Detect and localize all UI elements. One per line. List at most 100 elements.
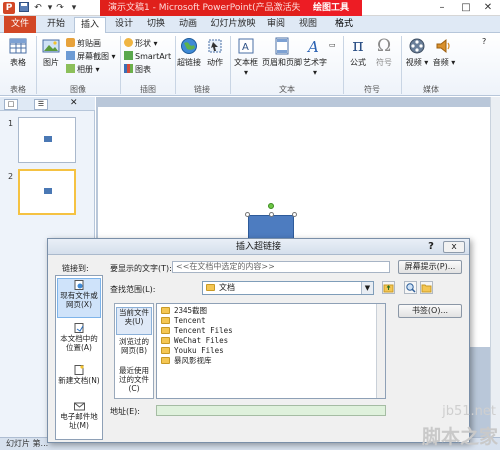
folder-icon <box>161 357 170 364</box>
screentip-button[interactable]: 屏幕提示(P)... <box>398 260 462 274</box>
tab-slides[interactable]: □ <box>4 99 18 110</box>
look-in-dropdown[interactable]: 文档 ▼ <box>202 281 374 295</box>
link-to-item-label: 现有文件或网页(X) <box>60 291 98 309</box>
smartart-label: SmartArt <box>135 52 172 61</box>
watermark-brand: 脚本之家 <box>421 426 498 448</box>
new-document-icon <box>74 365 84 375</box>
screenshot-button[interactable]: 屏幕截图 ▾ <box>66 51 116 63</box>
vertical-scrollbar[interactable] <box>490 97 500 437</box>
table-label: 表格 <box>10 58 26 67</box>
resize-handle[interactable] <box>269 212 274 217</box>
file-item[interactable]: 2345截图 <box>161 306 207 316</box>
file-item[interactable]: Tencent <box>161 316 206 326</box>
tab-review[interactable]: 审阅 <box>262 17 290 33</box>
link-to-item-label: 新建文档(N) <box>58 376 100 385</box>
customize-icon[interactable]: ▾ <box>68 2 80 14</box>
up-folder-icon[interactable] <box>382 281 395 294</box>
browse-file-icon[interactable] <box>420 281 433 294</box>
tab-home[interactable]: 开始 <box>42 17 70 33</box>
place-browsed-pages[interactable]: 浏览过的网页(B) <box>116 337 152 365</box>
group-label-links: 链接 <box>194 85 210 94</box>
tab-outline[interactable]: ☰ <box>34 99 48 110</box>
group-label-images: 图像 <box>70 85 86 94</box>
header-footer-icon <box>275 37 289 55</box>
globe-file-icon <box>74 280 83 290</box>
formula-button[interactable]: π 公式 <box>346 37 370 68</box>
link-to-existing-file[interactable]: 现有文件或网页(X) <box>57 278 101 318</box>
display-text-field[interactable]: <<在文档中选定的内容>> <box>172 261 390 273</box>
film-reel-icon <box>409 38 425 54</box>
minimize-button[interactable]: – <box>430 0 454 16</box>
tab-slideshow[interactable]: 幻灯片放映 <box>206 17 260 33</box>
tab-animations[interactable]: 动画 <box>174 17 202 33</box>
tab-file[interactable]: 文件 <box>4 16 36 33</box>
file-list-scrollbar[interactable] <box>376 304 385 398</box>
bookmark-button[interactable]: 书签(O)... <box>398 304 462 318</box>
text-extra-icons[interactable]: ▭ <box>329 39 336 51</box>
file-name: 2345截图 <box>174 306 208 315</box>
video-button[interactable]: 视频 ▾ <box>404 37 430 68</box>
clipart-icon <box>66 38 75 47</box>
place-recent-files[interactable]: 最近使用过的文件(C) <box>116 366 152 398</box>
file-name: 暴风影视库 <box>174 356 212 365</box>
picture-button[interactable]: 图片 <box>38 37 64 68</box>
link-to-item-label: 本文档中的位置(A) <box>60 334 98 352</box>
status-slide-text: 幻灯片 第... <box>6 439 49 448</box>
link-to-place-in-document[interactable]: 本文档中的位置(A) <box>57 322 101 362</box>
hyperlink-button[interactable]: 超链接 <box>176 37 202 68</box>
wordart-button[interactable]: A 艺术字 ▾ <box>302 37 328 77</box>
help-icon[interactable]: ? <box>482 36 486 48</box>
shapes-button[interactable]: 形状 ▾ <box>124 38 158 50</box>
display-text-label: 要显示的文字(T): <box>110 264 172 273</box>
clipart-button[interactable]: 剪贴画 <box>66 38 101 50</box>
screenshot-label: 屏幕截图 <box>77 52 109 61</box>
link-to-new-document[interactable]: 新建文档(N) <box>57 364 101 404</box>
dialog-help-button[interactable]: ? <box>425 241 437 253</box>
title-bar: P ↶ ▾ ↷ ▾ 演示文稿1 - Microsoft PowerPoint(产… <box>0 0 500 16</box>
tab-format[interactable]: 格式 <box>328 17 360 33</box>
file-item[interactable]: 暴风影视库 <box>161 356 212 366</box>
tab-insert[interactable]: 插入 <box>74 17 106 33</box>
powerpoint-icon[interactable]: P <box>3 2 15 14</box>
resize-handle[interactable] <box>245 212 250 217</box>
redo-icon[interactable]: ↷ <box>54 2 66 14</box>
place-current-folder[interactable]: 当前文件夹(U) <box>116 307 152 335</box>
smartart-button[interactable]: SmartArt <box>124 51 171 63</box>
audio-button[interactable]: 音频 ▾ <box>432 37 456 68</box>
panel-tabs: □ ☰ ✕ <box>0 97 95 111</box>
file-list: 2345截图 Tencent Tencent Files WeChat File… <box>156 303 386 399</box>
link-to-email-address[interactable]: 电子邮件地址(M) <box>57 400 101 440</box>
close-button[interactable]: ✕ <box>476 0 500 16</box>
shapes-label: 形状 <box>135 39 151 48</box>
browse-web-icon[interactable] <box>404 281 417 294</box>
maximize-button[interactable]: □ <box>454 0 478 16</box>
slide-thumbnail-1[interactable] <box>18 117 76 163</box>
slide-thumbnail-2[interactable] <box>18 169 76 215</box>
file-item[interactable]: WeChat Files <box>161 336 228 346</box>
undo-icon[interactable]: ↶ <box>32 2 44 14</box>
symbol-button[interactable]: Ω 符号 <box>372 37 396 68</box>
tab-transitions[interactable]: 切换 <box>142 17 170 33</box>
picture-icon <box>42 39 60 53</box>
header-footer-button[interactable]: 页眉和页脚 <box>262 37 302 68</box>
album-button[interactable]: 相册 ▾ <box>66 64 100 76</box>
file-item[interactable]: Youku Files <box>161 346 224 356</box>
action-button[interactable]: 动作 <box>204 37 226 68</box>
rotation-handle[interactable] <box>268 203 274 209</box>
file-item[interactable]: Tencent Files <box>161 326 233 336</box>
watermark-url: jb51.net <box>442 404 496 419</box>
chevron-down-icon: ▼ <box>361 282 373 294</box>
file-name: WeChat Files <box>174 336 229 345</box>
resize-handle[interactable] <box>292 212 297 217</box>
dialog-close-button[interactable]: x <box>443 241 465 253</box>
ribbon: 表格 表格 图片 剪贴画 屏幕截图 ▾ 相册 ▾ 图像 形状 ▾ SmartAr… <box>0 33 500 96</box>
tab-design[interactable]: 设计 <box>110 17 138 33</box>
address-field[interactable] <box>156 405 386 416</box>
table-button[interactable]: 表格 <box>4 37 32 68</box>
folder-icon <box>161 307 170 314</box>
textbox-button[interactable]: A 文本框 ▾ <box>232 37 260 77</box>
save-icon[interactable] <box>18 2 30 14</box>
close-panel-icon[interactable]: ✕ <box>70 98 78 108</box>
chart-button[interactable]: 图表 <box>124 64 151 76</box>
tab-view[interactable]: 视图 <box>294 17 322 33</box>
